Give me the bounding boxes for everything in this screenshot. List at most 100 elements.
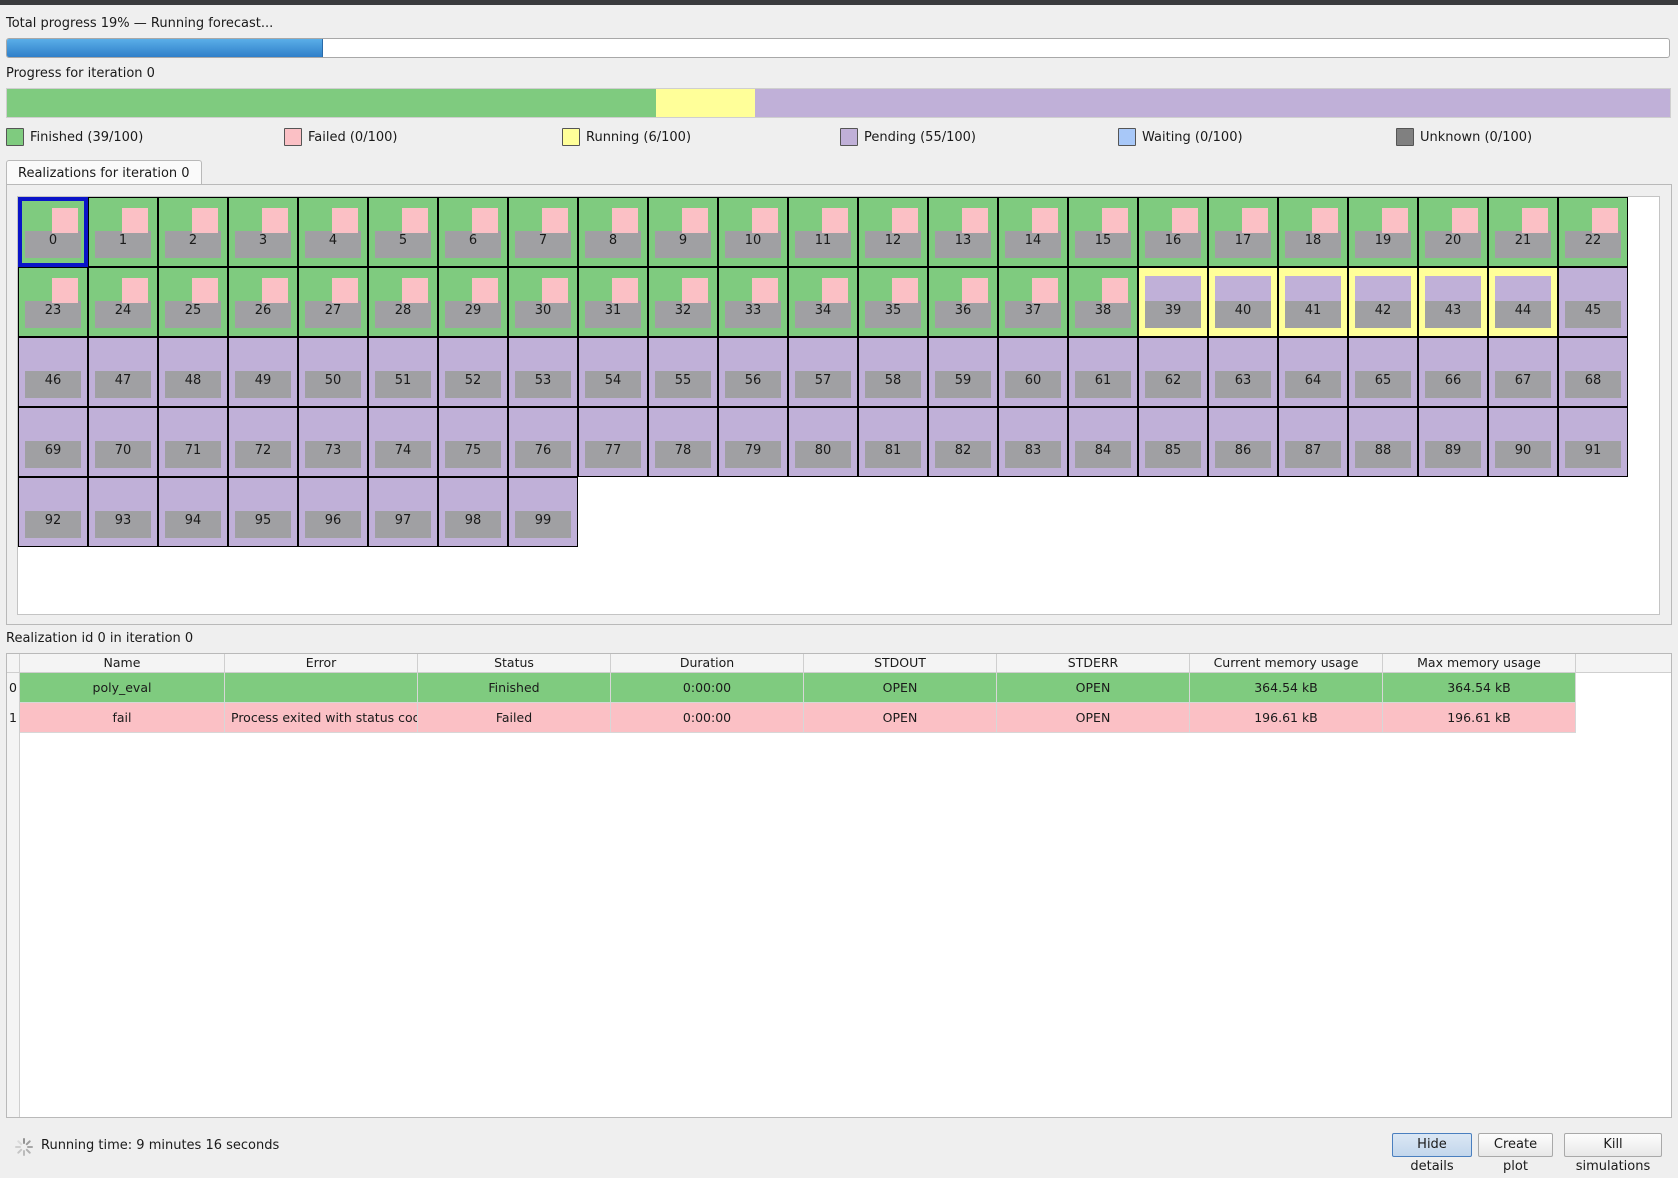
realization-cell[interactable]: 16 [1138, 197, 1208, 267]
realization-cell[interactable]: 72 [228, 407, 298, 477]
table-row[interactable]: 0 poly_eval Finished 0:00:00 OPEN OPEN 364.54 … [7, 673, 1671, 703]
realization-cell[interactable]: 99 [508, 477, 578, 547]
realization-cell[interactable]: 97 [368, 477, 438, 547]
realization-cell[interactable]: 60 [998, 337, 1068, 407]
realization-cell[interactable]: 56 [718, 337, 788, 407]
table-cell[interactable]: OPEN [804, 703, 997, 733]
realization-cell[interactable]: 23 [18, 267, 88, 337]
realization-cell[interactable]: 88 [1348, 407, 1418, 477]
realization-cell[interactable]: 26 [228, 267, 298, 337]
realization-cell[interactable]: 48 [158, 337, 228, 407]
realization-cell[interactable]: 15 [1068, 197, 1138, 267]
realization-cell[interactable]: 55 [648, 337, 718, 407]
realization-cell[interactable]: 25 [158, 267, 228, 337]
realization-cell[interactable]: 44 [1488, 267, 1558, 337]
kill-simulations-button[interactable]: Kill simulations [1564, 1133, 1662, 1174]
realization-cell[interactable]: 12 [858, 197, 928, 267]
realization-cell[interactable]: 82 [928, 407, 998, 477]
realization-cell[interactable]: 89 [1418, 407, 1488, 477]
realization-cell[interactable]: 46 [18, 337, 88, 407]
realization-cell[interactable]: 67 [1488, 337, 1558, 407]
realization-cell[interactable]: 2 [158, 197, 228, 267]
realization-cell[interactable]: 1 [88, 197, 158, 267]
realization-cell[interactable]: 14 [998, 197, 1068, 267]
realization-cell[interactable]: 35 [858, 267, 928, 337]
realization-cell[interactable]: 38 [1068, 267, 1138, 337]
realization-cell[interactable]: 27 [298, 267, 368, 337]
table-cell[interactable]: OPEN [997, 703, 1190, 733]
realization-cell[interactable]: 32 [648, 267, 718, 337]
realization-cell[interactable]: 57 [788, 337, 858, 407]
realization-cell[interactable]: 50 [298, 337, 368, 407]
realization-cell[interactable]: 51 [368, 337, 438, 407]
realization-cell[interactable]: 69 [18, 407, 88, 477]
realization-cell[interactable]: 9 [648, 197, 718, 267]
realization-cell[interactable]: 30 [508, 267, 578, 337]
realization-cell[interactable]: 85 [1138, 407, 1208, 477]
realization-cell[interactable]: 78 [648, 407, 718, 477]
table-cell[interactable]: OPEN [804, 673, 997, 703]
tab-realizations[interactable]: Realizations for iteration 0 [6, 160, 202, 185]
realization-cell[interactable]: 39 [1138, 267, 1208, 337]
realization-cell[interactable]: 17 [1208, 197, 1278, 267]
realization-cell[interactable]: 77 [578, 407, 648, 477]
realization-cell[interactable]: 49 [228, 337, 298, 407]
realization-cell[interactable]: 36 [928, 267, 998, 337]
realization-cell[interactable]: 3 [228, 197, 298, 267]
realization-cell[interactable]: 63 [1208, 337, 1278, 407]
realization-cell[interactable]: 87 [1278, 407, 1348, 477]
realization-cell[interactable]: 34 [788, 267, 858, 337]
realization-cell[interactable]: 40 [1208, 267, 1278, 337]
column-header[interactable]: Status [418, 654, 611, 672]
realization-cell[interactable]: 11 [788, 197, 858, 267]
realization-cell[interactable]: 18 [1278, 197, 1348, 267]
realization-cell[interactable]: 13 [928, 197, 998, 267]
realization-cell[interactable]: 28 [368, 267, 438, 337]
realization-cell[interactable]: 4 [298, 197, 368, 267]
realization-cell[interactable]: 33 [718, 267, 788, 337]
realization-cell[interactable]: 61 [1068, 337, 1138, 407]
column-header[interactable]: Error [225, 654, 418, 672]
realization-cell[interactable]: 8 [578, 197, 648, 267]
realization-cell[interactable]: 71 [158, 407, 228, 477]
column-header[interactable]: Current memory usage [1190, 654, 1383, 672]
column-header[interactable]: Duration [611, 654, 804, 672]
column-header[interactable]: Name [20, 654, 225, 672]
realization-cell[interactable]: 31 [578, 267, 648, 337]
realization-cell[interactable]: 62 [1138, 337, 1208, 407]
realization-cell[interactable]: 21 [1488, 197, 1558, 267]
realization-cell[interactable]: 73 [298, 407, 368, 477]
realization-cell[interactable]: 29 [438, 267, 508, 337]
create-plot-button[interactable]: Create plot [1478, 1133, 1553, 1174]
realization-cell[interactable]: 24 [88, 267, 158, 337]
realization-cell[interactable]: 98 [438, 477, 508, 547]
realization-cell[interactable]: 5 [368, 197, 438, 267]
realization-cell[interactable]: 0 [18, 197, 88, 267]
realization-cell[interactable]: 7 [508, 197, 578, 267]
realization-cell[interactable]: 96 [298, 477, 368, 547]
column-header[interactable]: Max memory usage [1383, 654, 1576, 672]
realization-cell[interactable]: 65 [1348, 337, 1418, 407]
realization-cell[interactable]: 92 [18, 477, 88, 547]
realization-cell[interactable]: 91 [1558, 407, 1628, 477]
realization-cell[interactable]: 83 [998, 407, 1068, 477]
realization-cell[interactable]: 84 [1068, 407, 1138, 477]
realization-cell[interactable]: 54 [578, 337, 648, 407]
table-row[interactable]: 1 fail Process exited with status cod... Fa… [7, 703, 1671, 733]
realization-cell[interactable]: 81 [858, 407, 928, 477]
realization-cell[interactable]: 66 [1418, 337, 1488, 407]
table-cell[interactable]: OPEN [997, 673, 1190, 703]
realization-cell[interactable]: 20 [1418, 197, 1488, 267]
realization-cell[interactable]: 42 [1348, 267, 1418, 337]
realization-cell[interactable]: 37 [998, 267, 1068, 337]
realization-cell[interactable]: 6 [438, 197, 508, 267]
realization-cell[interactable]: 95 [228, 477, 298, 547]
realization-cell[interactable]: 76 [508, 407, 578, 477]
realization-cell[interactable]: 94 [158, 477, 228, 547]
realization-cell[interactable]: 53 [508, 337, 578, 407]
realization-cell[interactable]: 45 [1558, 267, 1628, 337]
realization-cell[interactable]: 79 [718, 407, 788, 477]
realization-cell[interactable]: 58 [858, 337, 928, 407]
hide-details-button[interactable]: Hide details [1392, 1133, 1472, 1174]
realization-cell[interactable]: 86 [1208, 407, 1278, 477]
